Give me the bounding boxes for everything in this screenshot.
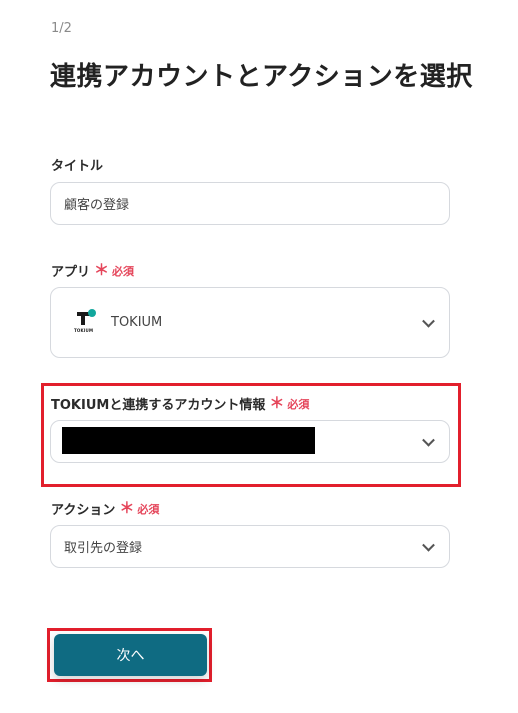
chevron-down-icon (422, 538, 435, 552)
chevron-down-icon (422, 314, 435, 328)
account-field-label: TOKIUMと連携するアカウント情報 ＊ 必須 (51, 394, 309, 414)
page-title: 連携アカウントとアクションを選択 (50, 62, 473, 92)
title-input[interactable]: 顧客の登録 (50, 182, 450, 225)
action-select-value: 取引先の登録 (64, 541, 143, 556)
account-select[interactable] (50, 420, 450, 463)
title-input-value: 顧客の登録 (64, 198, 130, 213)
tokium-logo: TOKIUM (74, 308, 99, 337)
account-field-label-text: TOKIUMと連携するアカウント情報 (51, 398, 266, 413)
action-select[interactable]: 取引先の登録 (50, 525, 450, 568)
title-field-label: タイトル (51, 155, 103, 174)
app-select-value: TOKIUM (111, 315, 163, 330)
next-button[interactable]: 次へ (54, 634, 207, 676)
app-field-label-text: アプリ (51, 265, 91, 280)
step-indicator: 1/2 (51, 21, 72, 36)
required-badge: ＊ 必須 (119, 501, 159, 517)
tokium-logo-text: TOKIUM (74, 327, 94, 333)
required-star: ＊ (94, 261, 110, 279)
required-badge: ＊ 必須 (94, 263, 134, 279)
redacted-account-value (62, 427, 315, 454)
required-badge: ＊ 必須 (269, 396, 309, 412)
action-field-label: アクション ＊ 必須 (51, 499, 159, 519)
title-field-label-text: タイトル (51, 159, 104, 174)
chevron-down-icon (422, 433, 435, 447)
required-star: ＊ (119, 499, 135, 517)
action-field-label-text: アクション (51, 503, 116, 518)
required-text: 必須 (137, 502, 160, 516)
required-text: 必須 (112, 264, 135, 278)
required-text: 必須 (287, 397, 310, 411)
required-star: ＊ (269, 394, 285, 412)
app-field-label: アプリ ＊ 必須 (51, 261, 134, 281)
app-select[interactable]: TOKIUM TOKIUM (50, 287, 450, 358)
